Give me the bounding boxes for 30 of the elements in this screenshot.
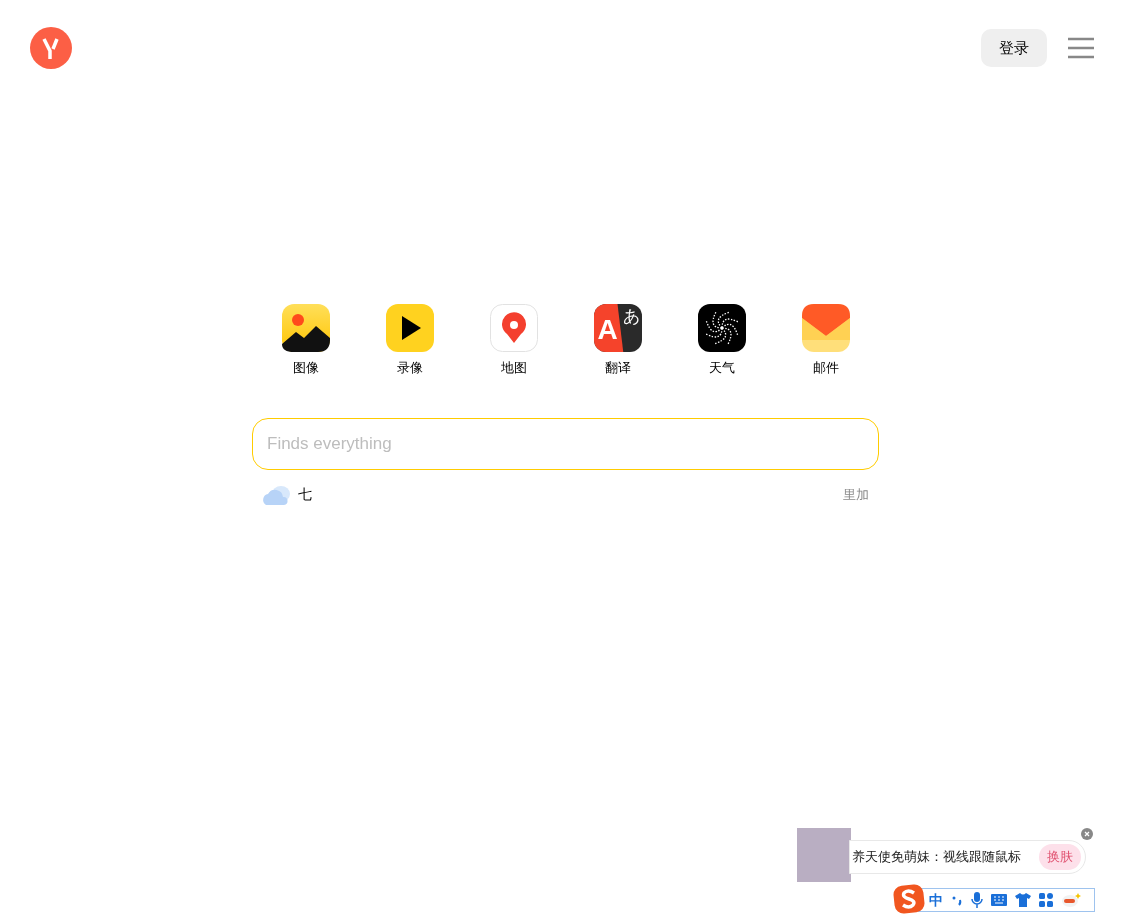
cloud-icon [262,483,292,506]
swirl-icon [697,304,746,352]
temperature: 七 [298,485,312,504]
service-link[interactable]: 翻译 [604,358,631,378]
service-link[interactable]: 天气 [708,358,735,378]
sogou-logo-icon[interactable] [893,884,925,914]
keyboard-icon[interactable] [991,894,1007,906]
envelope-icon [801,304,850,352]
map-pin-icon [489,304,538,352]
letter-a-glyph: A [597,316,618,344]
microphone-icon[interactable] [971,892,983,908]
grid-icon[interactable] [1039,893,1053,907]
service-link[interactable]: 录像 [396,358,423,378]
search-field[interactable]: Finds everything [252,417,879,470]
menu-icon[interactable] [1067,37,1095,59]
close-icon[interactable] [1081,828,1093,840]
hiragana-glyph: あ [622,308,640,325]
chinese-mode-toggle[interactable]: 中 [929,889,943,911]
popup-message: 养天使免萌妹：视线跟随鼠标 [852,848,1021,867]
location-link[interactable]: 里加 [843,484,869,505]
login-button[interactable]: 登录 [981,29,1047,67]
service-link[interactable]: 图像 [292,358,319,378]
shirt-icon[interactable] [1015,893,1031,907]
punctuation-icon[interactable] [951,894,963,906]
logo-icon[interactable] [30,27,72,69]
play-icon [385,304,434,352]
picture-icon [281,304,330,352]
avatar-placeholder [797,828,851,882]
service-link[interactable]: 邮件 [812,358,839,378]
service-link[interactable]: 地图 [500,358,527,378]
